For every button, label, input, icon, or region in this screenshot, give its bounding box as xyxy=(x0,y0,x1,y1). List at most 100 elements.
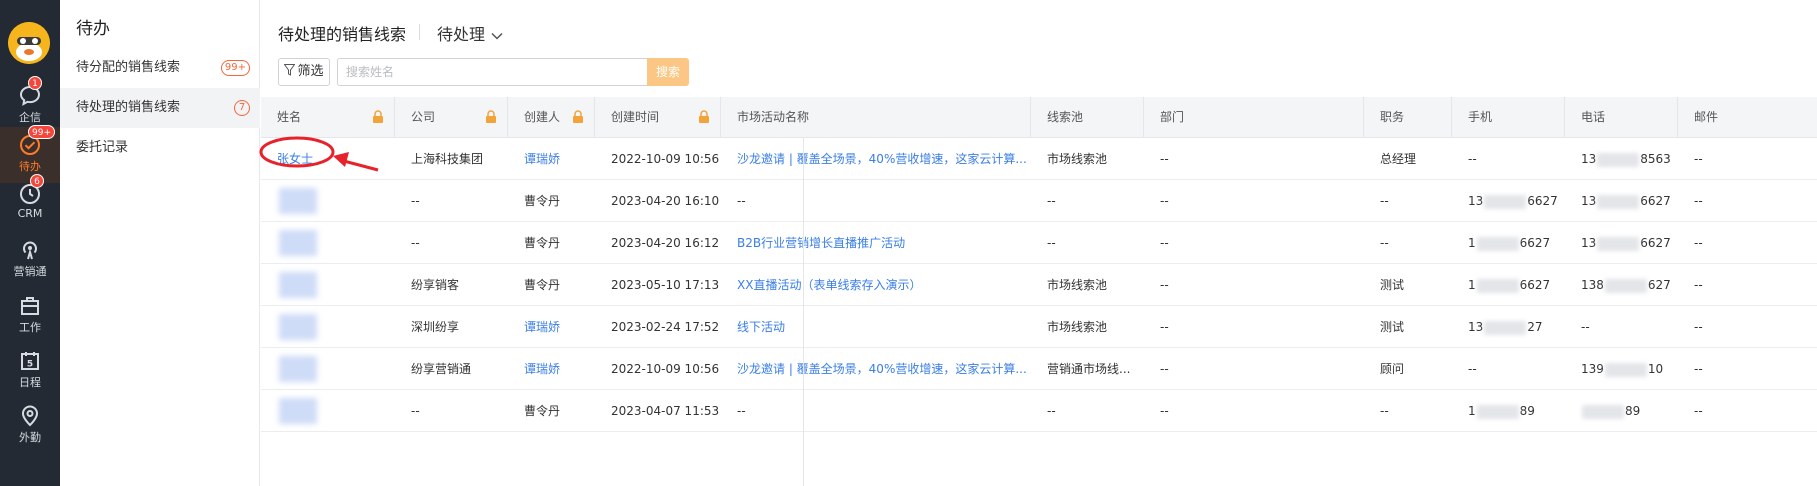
menu-badge-pending: 7 xyxy=(234,100,250,116)
menu-title: 待办 xyxy=(76,19,110,39)
cell-name[interactable] xyxy=(261,348,395,390)
column-header-mobile[interactable]: 手机 xyxy=(1452,97,1565,138)
cell-company: -- xyxy=(411,404,420,418)
mobile-suffix: 89 xyxy=(1519,404,1535,418)
cell-created: 2023-05-10 17:13 xyxy=(611,278,720,292)
cell-created: 2022-10-09 10:56 xyxy=(611,362,720,376)
mobile-suffix: 6627 xyxy=(1527,194,1558,208)
cell-mobile: -- xyxy=(1468,152,1477,166)
cell-phone: 13 6627 xyxy=(1565,222,1678,264)
redacted-name xyxy=(279,272,317,298)
rail-label-schedule: 日程 xyxy=(19,376,41,389)
menu-item-label: 待处理的销售线索 xyxy=(76,100,181,115)
cell-phone: 13 8563 xyxy=(1565,138,1678,180)
cell-campaign: -- xyxy=(737,194,746,208)
redacted-digits xyxy=(1597,236,1640,251)
cell-company: -- xyxy=(411,236,420,250)
cell-pool: 市场线索池 xyxy=(1047,278,1108,292)
mobile-prefix: 1 xyxy=(1468,404,1476,418)
cell-name[interactable] xyxy=(261,306,395,348)
cell-name[interactable] xyxy=(261,222,395,264)
column-header-lead-pool[interactable]: 线索池 xyxy=(1031,97,1144,138)
column-header-created-time[interactable]: 创建时间 xyxy=(595,97,721,138)
redacted-digits xyxy=(1484,320,1527,335)
table-row[interactable]: -- 曹令丹 2023-04-20 16:12 B2B行业营销增长直播推广活动 -- --… xyxy=(261,222,1817,264)
cell-company: 深圳纷享 xyxy=(411,320,460,334)
cell-email: -- xyxy=(1694,236,1703,250)
column-header-job-title[interactable]: 职务 xyxy=(1364,97,1452,138)
rail-item-todo[interactable]: 待办 99+ xyxy=(0,125,60,183)
mobile-suffix: 6627 xyxy=(1519,236,1551,250)
phone-prefix: 13 xyxy=(1581,194,1597,208)
rail-item-work[interactable]: 工作 xyxy=(0,288,60,344)
rail-badge-crm: 6 xyxy=(30,174,44,188)
rail-item-marketing[interactable]: 营销通 xyxy=(0,232,60,288)
redacted-name xyxy=(279,230,317,256)
cell-email: -- xyxy=(1694,278,1703,292)
chevron-down-icon xyxy=(491,32,503,40)
rail-label-field: 外勤 xyxy=(19,431,41,444)
column-header-campaign[interactable]: 市场活动名称 xyxy=(721,97,1031,138)
redacted-digits xyxy=(1597,152,1640,167)
column-header-email[interactable]: 邮件 xyxy=(1678,97,1817,138)
left-nav-rail: 企信 1 待办 99+ CRM 6 营销通 工作 5 日程 外勤 xyxy=(0,0,60,486)
search-button[interactable]: 搜索 xyxy=(647,58,689,86)
cell-name[interactable] xyxy=(261,390,395,432)
filter-button[interactable]: 筛选 xyxy=(278,58,330,86)
cell-campaign[interactable]: B2B行业营销增长直播推广活动 xyxy=(721,222,1031,264)
cell-name[interactable] xyxy=(261,264,395,306)
menu-item-label: 待分配的销售线索 xyxy=(76,60,181,75)
table-row[interactable]: -- 曹令丹 2023-04-07 11:53 -- -- -- -- 1 89 89 -- xyxy=(261,390,1817,432)
table-row[interactable]: 纷享营销通 谭瑞娇 2022-10-09 10:56 沙龙邀请 | 覆盖全场景，40%… xyxy=(261,348,1817,390)
cell-creator: 曹令丹 xyxy=(524,404,561,418)
cell-title: 测试 xyxy=(1380,278,1405,292)
menu-item-delegation-records[interactable]: 委托记录 xyxy=(60,128,260,168)
cell-phone: 138 627 xyxy=(1565,264,1678,306)
search-input[interactable] xyxy=(337,58,647,86)
menu-item-unassigned-leads[interactable]: 待分配的销售线索 99+ xyxy=(60,48,260,88)
column-header-department[interactable]: 部门 xyxy=(1144,97,1364,138)
column-header-phone[interactable]: 电话 xyxy=(1565,97,1678,138)
cell-campaign[interactable]: 线下活动 xyxy=(721,306,1031,348)
rail-item-schedule[interactable]: 5 日程 xyxy=(0,343,60,399)
table-row[interactable]: 纷享销客 曹令丹 2023-05-10 17:13 XX直播活动（表单线索存入演示） 市… xyxy=(261,264,1817,306)
cell-campaign[interactable]: 沙龙邀请 | 覆盖全场景，40%营收增速，这家云计算... xyxy=(721,348,1031,390)
cell-company: 纷享销客 xyxy=(411,278,460,292)
column-header-creator[interactable]: 创建人 xyxy=(508,97,595,138)
cell-title: -- xyxy=(1380,404,1389,418)
cell-phone: 13 6627 xyxy=(1565,180,1678,222)
cell-pool: 营销通市场线... xyxy=(1047,362,1131,376)
cell-campaign[interactable]: XX直播活动（表单线索存入演示） xyxy=(721,264,1031,306)
table-row[interactable]: 深圳纷享 谭瑞娇 2023-02-24 17:52 线下活动 市场线索池 -- 测试 13 27… xyxy=(261,306,1817,348)
cell-email: -- xyxy=(1694,362,1703,376)
table-row[interactable]: 张女士 上海科技集团 谭瑞娇 2022-10-09 10:56 沙龙邀请 | 覆盖全场景… xyxy=(261,138,1817,180)
phone-prefix: 13 xyxy=(1581,152,1597,166)
title-divider xyxy=(419,24,420,40)
cell-title: 测试 xyxy=(1380,320,1405,334)
column-header-name[interactable]: 姓名 xyxy=(261,97,395,138)
table-header: 姓名 公司 创建人 创建时间 市场活动名称 线索池 部门 职务 手机 电话 邮件 xyxy=(261,97,1817,138)
cell-campaign[interactable]: 沙龙邀请 | 覆盖全场景，40%营收增速，这家云计算... xyxy=(721,138,1031,180)
menu-badge-unassigned: 99+ xyxy=(220,60,250,76)
cell-created: 2023-04-20 16:10 xyxy=(611,194,720,208)
cell-title: -- xyxy=(1380,236,1389,250)
redacted-digits xyxy=(1484,194,1527,209)
table-row[interactable]: -- 曹令丹 2023-04-20 16:10 -- -- -- -- 13 6627 13 662… xyxy=(261,180,1817,222)
user-avatar[interactable] xyxy=(8,22,50,64)
phone-prefix: 138 xyxy=(1581,278,1604,292)
rail-label-marketing: 营销通 xyxy=(13,265,47,278)
rail-item-field[interactable]: 外勤 xyxy=(0,398,60,454)
redacted-name xyxy=(279,356,317,382)
phone-prefix: 139 xyxy=(1581,362,1604,376)
rail-item-crm[interactable]: CRM 6 xyxy=(0,174,60,232)
view-selector[interactable]: 待处理 xyxy=(437,21,503,45)
column-header-company[interactable]: 公司 xyxy=(395,97,508,138)
cell-dept: -- xyxy=(1160,236,1169,250)
main-content: 待处理的销售线索 待处理 筛选 搜索 姓名 公司 创建人 xyxy=(261,0,1817,486)
redacted-digits xyxy=(1476,236,1519,251)
cell-name[interactable] xyxy=(261,180,395,222)
todo-menu: 待办 待分配的销售线索 99+ 待处理的销售线索 7 委托记录 xyxy=(60,0,260,486)
cell-email: -- xyxy=(1694,404,1703,418)
menu-item-pending-leads[interactable]: 待处理的销售线索 7 xyxy=(60,88,260,128)
cell-name[interactable]: 张女士 xyxy=(261,138,395,180)
